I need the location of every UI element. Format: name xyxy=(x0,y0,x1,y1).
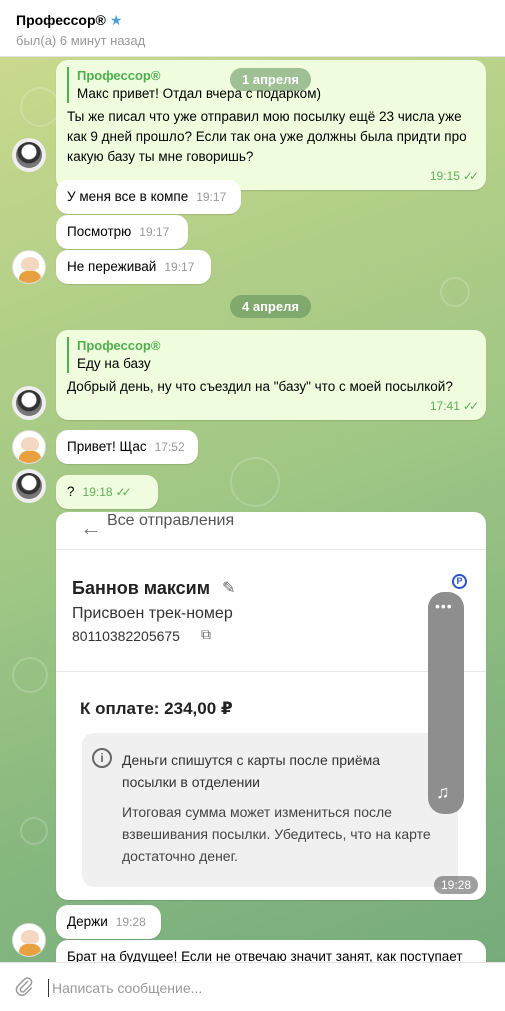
payment-amount: К оплате: 234,00 ₽ xyxy=(80,699,233,718)
avatar[interactable] xyxy=(12,469,46,503)
pencil-icon: ✎ xyxy=(222,580,236,597)
message-text: ? xyxy=(67,484,75,499)
background-doodle xyxy=(230,457,280,507)
contact-name[interactable]: Профессор® ★ xyxy=(16,12,122,29)
chat-area[interactable]: Профессор® Макс привет! Отдал вчера с по… xyxy=(0,57,505,962)
double-check-icon: ✓✓ xyxy=(462,399,479,413)
message-time: 19:17 xyxy=(139,225,170,239)
more-icon: ••• xyxy=(435,598,453,614)
info-text-1: Деньги спишутся с карты после приёма пос… xyxy=(122,752,381,790)
background-doodle xyxy=(20,817,48,845)
message-incoming[interactable]: Посмотрю 19:17 xyxy=(56,215,188,249)
message-text: Добрый день, ну что съездил на "базу" чт… xyxy=(67,379,453,394)
attach-icon[interactable] xyxy=(13,975,35,997)
message-time: 19:17 xyxy=(164,260,195,274)
track-number: 80110382205675 xyxy=(72,628,180,644)
chat-header[interactable]: Профессор® ★ был(а) 6 минут назад xyxy=(0,0,505,57)
info-box: i Деньги спишутся с карты после приёма п… xyxy=(82,733,458,887)
message-time: 17:41 xyxy=(429,399,460,413)
message-text: Привет! Щас xyxy=(67,439,147,454)
message-incoming[interactable]: У меня все в компе 19:17 xyxy=(56,180,241,214)
reply-author: Профессор® xyxy=(77,338,161,353)
music-icon: ♫ xyxy=(436,782,450,802)
image-message[interactable]: ← Все отправления Баннов максим ✎ Присво… xyxy=(56,512,486,900)
text-caret xyxy=(48,979,49,997)
recipient-name: Баннов максим xyxy=(72,578,211,598)
avatar[interactable] xyxy=(12,386,46,420)
date-separator: 4 апреля xyxy=(230,295,311,318)
message-composer xyxy=(0,962,505,1011)
background-doodle xyxy=(440,277,470,307)
message-time: 19:15 xyxy=(429,169,460,183)
avatar[interactable] xyxy=(12,430,46,464)
info-text-2: Итоговая сумма может измениться после вз… xyxy=(122,804,431,864)
message-outgoing[interactable]: ? 19:18 ✓✓ xyxy=(56,475,158,509)
message-time: 19:17 xyxy=(196,190,227,204)
reply-quote[interactable]: Профессор® Еду на базу xyxy=(67,337,475,373)
screenshot-back-title: Все отправления xyxy=(107,512,235,529)
track-label: Присвоен трек-номер xyxy=(72,605,233,622)
message-time: 19:28 xyxy=(115,915,146,929)
message-text: Брат на будущее! Если не отвечаю значит … xyxy=(67,949,463,962)
message-outgoing[interactable]: Профессор® Еду на базу Добрый день, ну ч… xyxy=(56,330,486,420)
message-incoming[interactable]: Привет! Щас 17:52 xyxy=(56,430,198,464)
message-time: 17:52 xyxy=(154,440,185,454)
message-incoming[interactable]: Не переживай 19:17 xyxy=(56,250,211,284)
background-doodle xyxy=(20,87,60,127)
reply-text: Еду на базу xyxy=(77,356,151,371)
message-text: Держи xyxy=(67,914,108,929)
background-doodle xyxy=(12,657,48,693)
avatar[interactable] xyxy=(12,138,46,172)
avatar[interactable] xyxy=(12,250,46,284)
floating-widget: ••• ♫ xyxy=(428,592,464,814)
image-time: 19:28 xyxy=(433,876,478,894)
info-icon: i xyxy=(92,748,112,768)
double-check-icon: ✓✓ xyxy=(462,169,479,183)
message-input[interactable] xyxy=(52,977,472,999)
message-incoming[interactable]: Брат на будущее! Если не отвечаю значит … xyxy=(56,940,486,962)
copy-icon: ⧉ xyxy=(201,626,211,642)
message-text: Ты же писал что уже отправил мою посылку… xyxy=(67,109,467,164)
star-icon: ★ xyxy=(109,12,123,28)
message-text: У меня все в компе xyxy=(67,189,189,204)
avatar[interactable] xyxy=(12,923,46,957)
back-arrow-icon: ← xyxy=(80,515,102,540)
parking-badge: P xyxy=(452,574,467,589)
message-text: Посмотрю xyxy=(67,224,132,239)
contact-status: был(а) 6 минут назад xyxy=(16,33,146,48)
message-time: 19:18 xyxy=(82,485,113,499)
message-text: Не переживай xyxy=(67,259,157,274)
message-incoming[interactable]: Держи 19:28 xyxy=(56,905,161,939)
double-check-icon: ✓✓ xyxy=(115,485,132,499)
date-separator: 1 апреля xyxy=(230,68,311,91)
